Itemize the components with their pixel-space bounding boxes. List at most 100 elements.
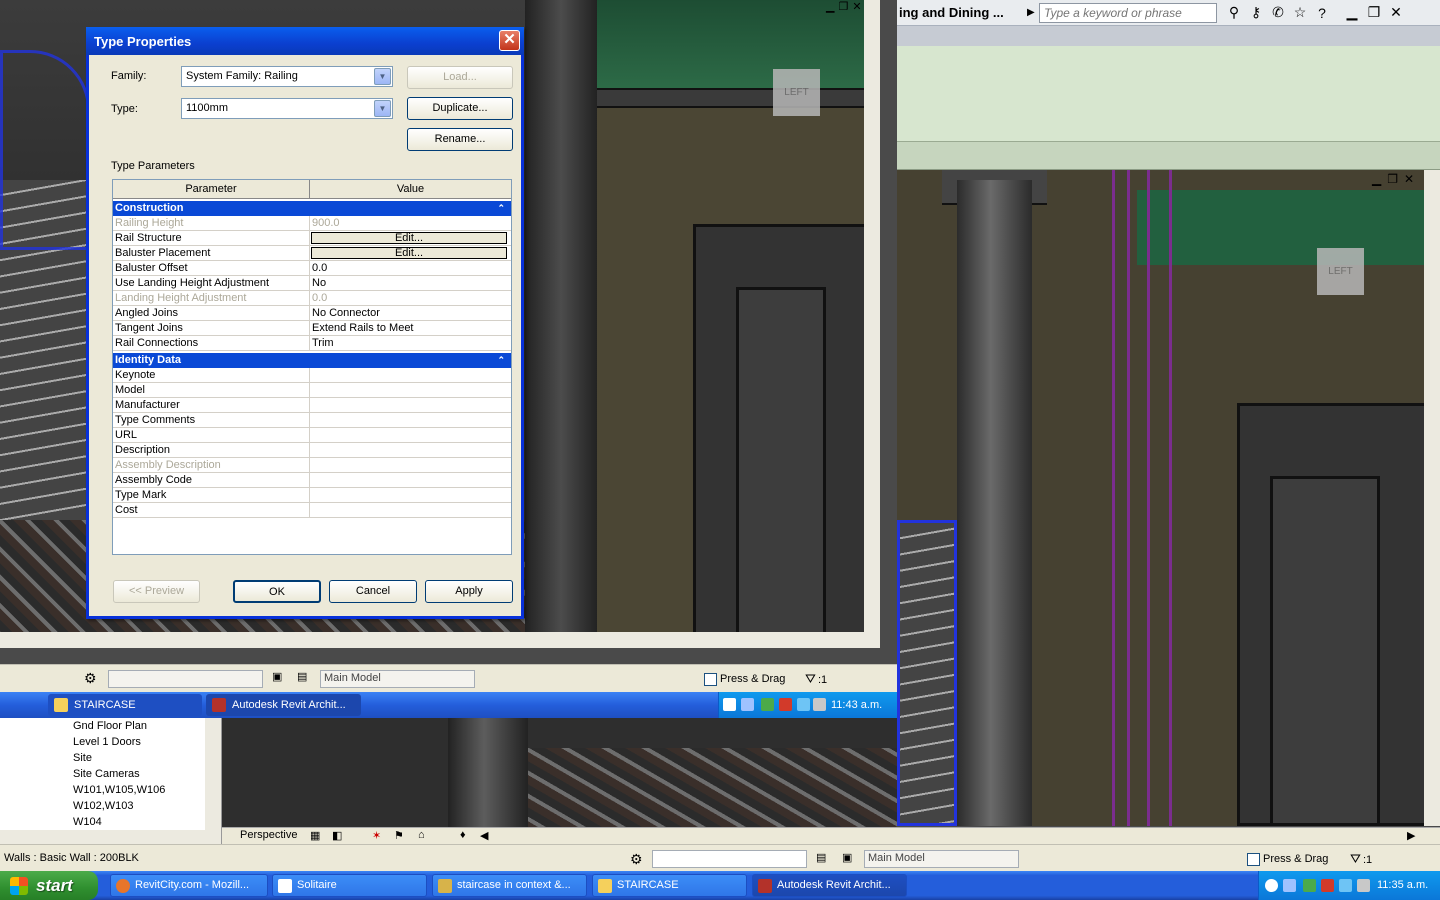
workset-combo[interactable]: Main Model <box>864 850 1019 868</box>
help-icon[interactable]: ? <box>1311 5 1333 21</box>
browser-item[interactable]: W104 <box>0 814 221 830</box>
3d-viewport-right[interactable]: LEFT <box>897 170 1440 826</box>
parameter-group-header[interactable]: Construction ⌃ <box>113 201 511 216</box>
press-drag-checkbox[interactable] <box>1247 853 1260 866</box>
taskbar-item-staircase-context[interactable]: staircase in context &... <box>432 874 587 897</box>
parameter-row[interactable]: Model <box>113 383 511 398</box>
viewcube[interactable]: LEFT <box>1317 248 1364 295</box>
taskbar-item-staircase[interactable]: STAIRCASE <box>48 694 202 716</box>
rename-button[interactable]: Rename... <box>407 128 513 151</box>
restore-icon[interactable]: ❐ <box>1363 4 1385 21</box>
taskbar-item-staircase-folder[interactable]: STAIRCASE <box>592 874 747 897</box>
vertical-scrollbar[interactable] <box>205 718 221 844</box>
browser-item[interactable]: W101,W105,W106 <box>0 782 221 798</box>
parameter-row[interactable]: Rail Structure Edit... <box>113 231 511 246</box>
cancel-button[interactable]: Cancel <box>329 580 417 603</box>
parameter-value[interactable]: No Connector <box>310 306 511 320</box>
parameter-value[interactable]: Edit... <box>310 246 511 260</box>
taskbar-item-revit[interactable]: Autodesk Revit Archit... <box>752 874 907 897</box>
parameter-row[interactable]: Keynote <box>113 368 511 383</box>
chevron-left-icon[interactable] <box>1265 879 1278 892</box>
edit-button[interactable]: Edit... <box>311 247 507 259</box>
temporary-icon[interactable]: ⌂ <box>418 829 425 841</box>
vertical-scrollbar[interactable] <box>1424 170 1440 826</box>
chevron-up-icon[interactable]: ⌃ <box>497 201 505 216</box>
browser-item[interactable]: Gnd Floor Plan <box>0 718 221 734</box>
close-icon[interactable]: ✕ <box>852 0 861 13</box>
scroll-left-icon[interactable]: ◀ <box>480 829 488 842</box>
apply-button[interactable]: Apply <box>425 580 513 603</box>
parameter-value[interactable]: Edit... <box>310 231 511 245</box>
parameter-row[interactable]: Type Mark <box>113 488 511 503</box>
filter-icon[interactable]: ⛛ <box>805 671 816 687</box>
editable-only-icon[interactable]: ▣ <box>842 851 852 864</box>
browser-item[interactable]: W102,W103 <box>0 798 221 814</box>
parameter-row[interactable]: Rail Connections Trim <box>113 336 511 351</box>
viewcube[interactable]: LEFT <box>773 69 820 116</box>
ok-button[interactable]: OK <box>233 580 321 603</box>
worksets-icon[interactable]: ⚙ <box>84 670 97 687</box>
horizontal-scrollbar[interactable] <box>0 632 880 648</box>
selection-combo[interactable] <box>108 670 263 688</box>
parameter-row[interactable]: Description <box>113 443 511 458</box>
parameter-row[interactable]: Use Landing Height Adjustment No <box>113 276 511 291</box>
parameter-value[interactable] <box>310 503 511 517</box>
family-select[interactable]: System Family: Railing ▼ <box>181 66 393 87</box>
parameter-value[interactable]: 0.0 <box>310 261 511 275</box>
hide-isolate-icon[interactable]: ✶ <box>372 829 381 842</box>
taskbar-item-firefox[interactable]: RevitCity.com - Mozill... <box>110 874 268 897</box>
parameter-row[interactable]: Cost <box>113 503 511 518</box>
preview-button[interactable]: << Preview <box>113 580 200 603</box>
chevron-right-icon[interactable]: ▶ <box>1027 7 1039 18</box>
parameter-group-header[interactable]: Identity Data ⌃ <box>113 353 511 368</box>
parameter-value[interactable]: Trim <box>310 336 511 350</box>
restore-icon[interactable]: ❐ <box>1387 172 1398 186</box>
taskbar-item-solitaire[interactable]: Solitaire <box>272 874 427 897</box>
parameter-value[interactable] <box>310 398 511 412</box>
visual-style-icon[interactable]: ▦ <box>310 829 320 842</box>
star-icon[interactable]: ☆ <box>1289 4 1311 21</box>
vertical-scrollbar[interactable] <box>864 0 880 648</box>
workset-combo[interactable]: Main Model <box>320 670 475 688</box>
close-icon[interactable]: ✕ <box>1404 172 1414 186</box>
parameter-value[interactable] <box>310 473 511 487</box>
parameter-row[interactable]: URL <box>113 428 511 443</box>
parameter-row[interactable]: Baluster Offset 0.0 <box>113 261 511 276</box>
parameter-value[interactable] <box>310 443 511 457</box>
design-options-icon[interactable]: ▣ <box>272 670 282 683</box>
key-icon[interactable]: ⚷ <box>1245 4 1267 21</box>
parameter-value[interactable] <box>310 368 511 382</box>
design-options-icon[interactable]: ▤ <box>816 851 826 864</box>
reveal-icon[interactable]: ⚑ <box>394 829 404 842</box>
binoculars-icon[interactable]: ⚲ <box>1223 4 1245 21</box>
filter-icon[interactable]: ⛛ <box>1350 851 1361 867</box>
parameter-value[interactable] <box>310 383 511 397</box>
close-icon[interactable]: ✕ <box>1385 4 1407 21</box>
parameter-row[interactable]: Angled Joins No Connector <box>113 306 511 321</box>
parameter-row[interactable]: Type Comments <box>113 413 511 428</box>
parameter-row[interactable]: Tangent Joins Extend Rails to Meet <box>113 321 511 336</box>
3d-viewport-small[interactable] <box>222 718 897 827</box>
parameter-value[interactable] <box>310 428 511 442</box>
type-parameters-grid[interactable]: Parameter Value Construction ⌃ Railing Hei… <box>112 179 512 555</box>
type-select[interactable]: 1100mm ▼ <box>181 98 393 119</box>
edit-button[interactable]: Edit... <box>311 232 507 244</box>
dialog-titlebar[interactable]: Type Properties ✕ <box>86 27 524 55</box>
taskbar-item-revit[interactable]: Autodesk Revit Archit... <box>206 694 361 716</box>
parameter-value[interactable] <box>310 413 511 427</box>
search-input[interactable] <box>1039 2 1217 23</box>
parameter-row[interactable]: Assembly Code <box>113 473 511 488</box>
browser-item[interactable]: Level 1 Doors <box>0 734 221 750</box>
browser-item[interactable]: Site <box>0 750 221 766</box>
minimize-icon[interactable]: ▁ <box>1341 4 1363 21</box>
chevron-down-icon[interactable]: ▼ <box>374 100 391 117</box>
restore-icon[interactable]: ❐ <box>838 0 848 13</box>
minimize-icon[interactable]: ▁ <box>826 0 834 13</box>
parameter-row[interactable]: Manufacturer <box>113 398 511 413</box>
column-header-parameter[interactable]: Parameter <box>113 180 310 198</box>
column-header-value[interactable]: Value <box>310 180 511 198</box>
selection-combo[interactable] <box>652 850 807 868</box>
chevron-left-icon[interactable] <box>723 698 736 711</box>
start-button[interactable]: start <box>0 871 98 900</box>
satellite-icon[interactable]: ✆ <box>1267 4 1289 21</box>
